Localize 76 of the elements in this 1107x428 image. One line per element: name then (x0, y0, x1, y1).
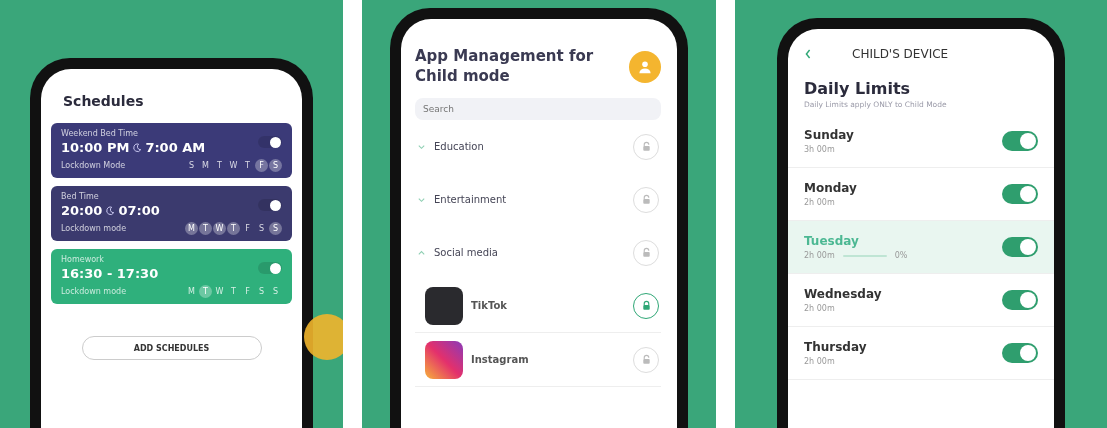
day-chip[interactable]: F (255, 159, 268, 172)
moon-icon (132, 142, 143, 153)
day-name: Wednesday (804, 287, 882, 301)
time-limit: 2h 00m (804, 357, 835, 366)
moon-icon (105, 205, 116, 216)
day-chip[interactable]: T (241, 159, 254, 172)
day-name: Tuesday (804, 234, 860, 248)
mode-label: Lockdown mode (61, 224, 127, 233)
add-schedules-button[interactable]: ADD SCHEDULES (81, 336, 262, 360)
progress-percent: 0% (894, 251, 908, 260)
avatar[interactable] (629, 50, 661, 83)
day-chip[interactable]: M (185, 222, 198, 235)
start-time: 20:00 (61, 203, 103, 218)
day-chip[interactable]: T (227, 222, 240, 235)
padlock-icon (640, 141, 652, 152)
toggle-switch[interactable] (1002, 290, 1038, 310)
search-field[interactable]: Search (415, 98, 661, 120)
time-limit: 2h 00m (804, 198, 835, 207)
schedule-name: Homework (61, 255, 105, 264)
mode-label: Lockdown Mode (61, 161, 126, 170)
schedule-card[interactable]: Bed Time 20:00 07:00 Lockdown mode M T W T F S S (51, 186, 292, 241)
day-chip[interactable]: T (213, 159, 226, 172)
time-limit: 3h 00m (804, 145, 835, 154)
day-chip[interactable]: W (213, 222, 226, 235)
day-chip[interactable]: F (241, 222, 254, 235)
day-chip[interactable]: S (269, 222, 282, 235)
end-time: 07:00 (118, 203, 160, 218)
category-name[interactable]: Entertainment (434, 194, 625, 205)
toggle-switch[interactable] (1002, 237, 1038, 257)
start-time: 10:00 PM (61, 140, 130, 155)
screen-title: App Management for Child mode (415, 47, 595, 86)
toggle-switch[interactable] (1002, 184, 1038, 204)
time-limit: 2h 00m (804, 304, 835, 313)
toggle-switch[interactable] (258, 199, 282, 211)
day-chip[interactable]: T (199, 222, 212, 235)
app-icon (425, 340, 463, 379)
back-icon[interactable] (804, 48, 812, 60)
day-name: Sunday (804, 128, 854, 142)
chevron-icon[interactable] (417, 195, 426, 204)
day-chip[interactable]: S (269, 159, 282, 172)
schedule-card[interactable]: Weekend Bed Time 10:00 PM 7:00 AM Lockdown Mode S M T W T F S (51, 123, 292, 178)
chevron-icon[interactable] (417, 248, 426, 257)
padlock-icon (640, 247, 652, 258)
toggle-switch[interactable] (258, 136, 282, 148)
mode-label: Lockdown mode (61, 287, 127, 296)
person-icon (638, 59, 652, 74)
start-time: 16:30 - 17:30 (61, 266, 159, 281)
day-chip[interactable]: W (227, 159, 240, 172)
floating-circle[interactable] (304, 314, 343, 360)
header-title: CHILD'S DEVICE (852, 47, 949, 61)
schedule-name: Bed Time (61, 192, 100, 201)
day-row[interactable]: Sunday 3h 00m (788, 115, 1054, 168)
category-name[interactable]: Social media (434, 247, 625, 258)
app-name: Instagram (471, 354, 530, 365)
padlock-icon (640, 300, 652, 311)
end-time: 7:00 AM (145, 140, 206, 155)
toggle-switch[interactable] (1002, 131, 1038, 151)
day-row[interactable]: Wednesday 2h 00m (788, 274, 1054, 327)
app-name: TikTok (471, 300, 508, 311)
day-chip[interactable]: S (185, 159, 198, 172)
padlock-icon (640, 194, 652, 205)
day-name: Thursday (804, 340, 867, 354)
padlock-icon (640, 354, 652, 365)
app-icon (425, 286, 463, 325)
toggle-switch[interactable] (258, 262, 282, 274)
screen-title: Daily Limits (804, 79, 912, 98)
day-name: Monday (804, 181, 857, 195)
day-chip[interactable]: M (199, 159, 212, 172)
category-name[interactable]: Education (434, 141, 625, 152)
day-chip[interactable]: S (255, 222, 268, 235)
toggle-switch[interactable] (1002, 343, 1038, 363)
screen-title: Schedules (63, 93, 145, 109)
schedule-name: Weekend Bed Time (61, 129, 139, 138)
time-limit: 2h 00m (804, 251, 835, 260)
chevron-icon[interactable] (417, 142, 426, 151)
day-row[interactable]: Thursday 2h 00m (788, 327, 1054, 380)
